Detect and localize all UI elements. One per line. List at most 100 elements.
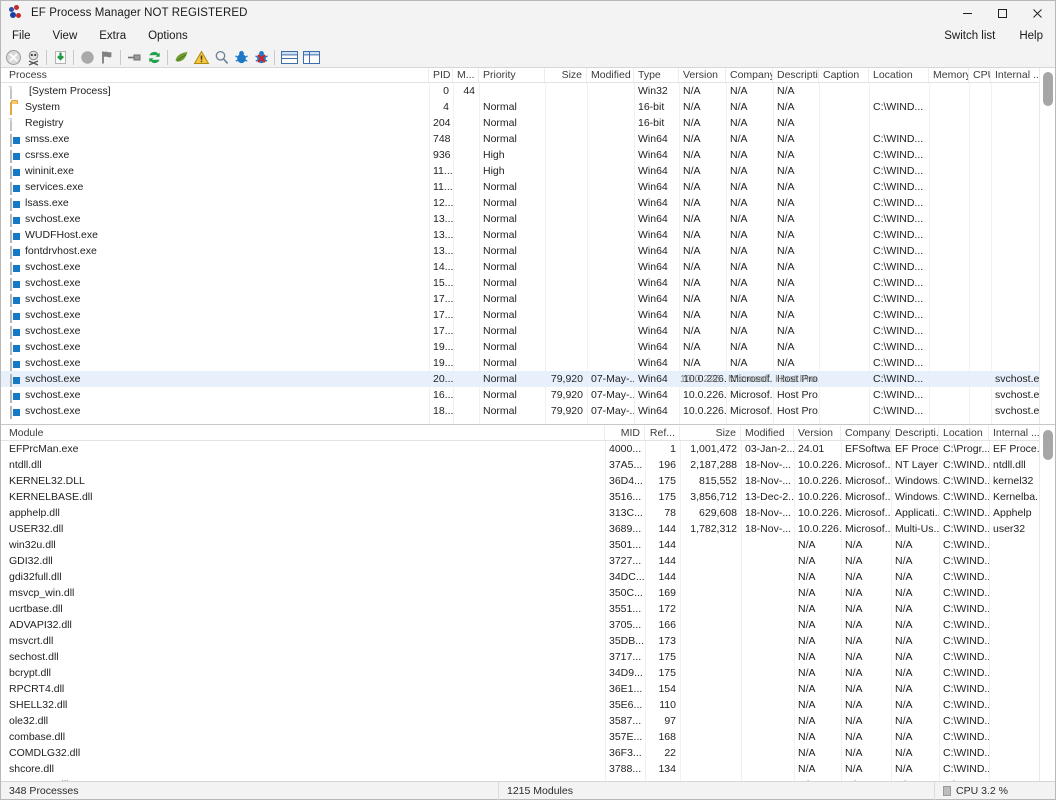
table-row[interactable]: msvcrt.dll 35DB... 173 N/A N/A N/A C:\WIND... [1, 633, 1055, 649]
bug-red-icon[interactable] [251, 48, 271, 67]
table-row[interactable]: smss.exe 748 Normal Win64 N/A N/A N/A C:\WIND..… [1, 131, 1055, 147]
table-row[interactable]: apphelp.dll 313C... 78 629,608 18-Nov-... 10.… [1, 505, 1055, 521]
table-row[interactable]: svchost.exe 16... Normal 79,920 07-May-... Wi… [1, 387, 1055, 403]
column-header-process[interactable]: Process [5, 68, 429, 82]
table-row[interactable]: WUDFHost.exe 13... Normal Win64 N/A N/A N/A C:\… [1, 227, 1055, 243]
table-row[interactable]: shcore.dll 3788... 134 N/A N/A N/A C:\WIND... [1, 761, 1055, 777]
table-row[interactable]: bcrypt.dll 34D9... 175 N/A N/A N/A C:\WIND... [1, 665, 1055, 681]
column-header-module[interactable]: Module [5, 426, 605, 440]
pin-icon[interactable] [124, 48, 144, 67]
column-header-priority[interactable]: Priority [479, 68, 545, 82]
table-row[interactable]: GDI32.dll 3727... 144 N/A N/A N/A C:\WIND... [1, 553, 1055, 569]
leaf-icon[interactable] [171, 48, 191, 67]
table-row[interactable]: fontdrvhost.exe 13... Normal Win64 N/A N/A N/A… [1, 243, 1055, 259]
table-row[interactable]: gdi32full.dll 34DC... 144 N/A N/A N/A C:\WIND.… [1, 569, 1055, 585]
table-row[interactable]: SHELL32.dll 35E6... 110 N/A N/A N/A C:\WIND... [1, 697, 1055, 713]
column-header-size[interactable]: Size [680, 426, 741, 440]
table-row[interactable]: EFPrcMan.exe 4000... 1 1,001,472 03-Jan-2...… [1, 441, 1055, 457]
flag-icon[interactable] [97, 48, 117, 67]
column-header-descr[interactable]: Descripti... [891, 426, 939, 440]
layout-horizontal-icon[interactable] [278, 48, 300, 67]
column-header-cpu[interactable]: CPU [969, 68, 991, 82]
table-row[interactable]: svchost.exe 18... Normal 79,920 07-May-... Wi… [1, 403, 1055, 419]
table-row[interactable]: [System Process] 0 44 Win32 N/A N/A N/A [1, 83, 1055, 99]
table-row[interactable]: sechost.dll 3717... 175 N/A N/A N/A C:\WIND... [1, 649, 1055, 665]
maximize-button[interactable] [985, 1, 1020, 25]
column-header-internal[interactable]: Internal ... [991, 68, 1041, 82]
table-row[interactable]: System 4 Normal 16-bit N/A N/A N/A C:\WIND... [1, 99, 1055, 115]
cell-module: KERNEL32.DLL [9, 475, 85, 487]
column-header-modified[interactable]: Modified [587, 68, 634, 82]
module-list-header[interactable]: Module MID Ref... Size Modified Version Compan… [1, 426, 1055, 441]
column-header-refs[interactable]: Ref... [645, 426, 680, 440]
table-row[interactable]: ole32.dll 3587... 97 N/A N/A N/A C:\WIND... [1, 713, 1055, 729]
menu-extra[interactable]: Extra [88, 25, 137, 47]
column-header-mid[interactable]: MID [605, 426, 645, 440]
terminate-process-icon[interactable] [3, 48, 23, 67]
table-row[interactable]: lsass.exe 12... Normal Win64 N/A N/A N/A C:\WIN… [1, 195, 1055, 211]
table-row[interactable]: svchost.exe 13... Normal Win64 N/A N/A N/A C:\W… [1, 211, 1055, 227]
column-header-internal[interactable]: Internal ... [989, 426, 1041, 440]
table-row[interactable]: ucrtbase.dll 3551... 172 N/A N/A N/A C:\WIND..… [1, 601, 1055, 617]
table-row[interactable]: combase.dll 357E... 168 N/A N/A N/A C:\WIND... [1, 729, 1055, 745]
minimize-button[interactable] [950, 1, 985, 25]
column-header-modules[interactable]: M... [453, 68, 479, 82]
column-header-type[interactable]: Type [634, 68, 679, 82]
column-header-caption[interactable]: Caption [819, 68, 869, 82]
table-row[interactable]: Registry 204 Normal 16-bit N/A N/A N/A [1, 115, 1055, 131]
table-row[interactable]: svchost.exe 14... Normal Win64 N/A N/A N/A C:\W… [1, 259, 1055, 275]
column-header-company[interactable]: Company [841, 426, 891, 440]
module-list-body[interactable]: EFPrcMan.exe 4000... 1 1,001,472 03-Jan-2...… [1, 441, 1055, 781]
process-list-vertical-scrollbar[interactable] [1039, 68, 1055, 424]
menu-view[interactable]: View [42, 25, 89, 47]
table-row[interactable]: svchost.exe 19... Normal Win64 N/A N/A N/A C:\W… [1, 355, 1055, 371]
search-icon[interactable] [211, 48, 231, 67]
kill-process-icon[interactable] [23, 48, 43, 67]
table-row[interactable]: KERNELBASE.dll 3516... 175 3,856,712 13-Dec-… [1, 489, 1055, 505]
column-header-size[interactable]: Size [545, 68, 587, 82]
table-row[interactable]: svchost.exe 15... Normal Win64 N/A N/A N/A C:\W… [1, 275, 1055, 291]
cell-location: C:\WIND... [943, 555, 989, 567]
column-header-memory[interactable]: Memory [929, 68, 969, 82]
switch-list-button[interactable]: Switch list [932, 25, 1007, 47]
warning-icon[interactable] [191, 48, 211, 67]
column-header-company[interactable]: Company [726, 68, 773, 82]
layout-vertical-icon[interactable] [300, 48, 322, 67]
application-icon [10, 341, 22, 355]
bug-blue-icon[interactable] [231, 48, 251, 67]
table-row[interactable]: ADVAPI32.dll 3705... 166 N/A N/A N/A C:\WIND..… [1, 617, 1055, 633]
table-row[interactable]: svchost.exe 19... Normal Win64 N/A N/A N/A C:\W… [1, 339, 1055, 355]
menu-options[interactable]: Options [137, 25, 199, 47]
table-row[interactable]: COMDLG32.dll 36F3... 22 N/A N/A N/A C:\WIND... [1, 745, 1055, 761]
table-row[interactable]: csrss.exe 936 High Win64 N/A N/A N/A C:\WIND... [1, 147, 1055, 163]
table-row[interactable]: wininit.exe 11... High Win64 N/A N/A N/A C:\WIN… [1, 163, 1055, 179]
refresh-icon[interactable] [144, 48, 164, 67]
column-header-descr[interactable]: Descripti... [773, 68, 819, 82]
column-header-version[interactable]: Version [679, 68, 726, 82]
column-header-pid[interactable]: PID [429, 68, 453, 82]
save-icon[interactable] [50, 48, 70, 67]
table-row[interactable]: USER32.dll 3689... 144 1,782,312 18-Nov-... 1… [1, 521, 1055, 537]
process-list-header[interactable]: Process PID M... Priority Size Modified Type Ve… [1, 68, 1055, 83]
suspend-icon[interactable] [77, 48, 97, 67]
table-row[interactable]: svchost.exe 17... Normal Win64 N/A N/A N/A C:\W… [1, 323, 1055, 339]
table-row[interactable]: ntdll.dll 37A5... 196 2,187,288 18-Nov-... 10… [1, 457, 1055, 473]
cell-modified: 18-Nov-... [745, 459, 792, 471]
table-row[interactable]: svchost.exe 17... Normal Win64 N/A N/A N/A C:\W… [1, 307, 1055, 323]
module-list-vertical-scrollbar[interactable] [1039, 426, 1055, 781]
process-list-body[interactable]: [System Process] 0 44 Win32 N/A N/A N/A System 4… [1, 83, 1055, 424]
table-row[interactable]: RPCRT4.dll 36E1... 154 N/A N/A N/A C:\WIND... [1, 681, 1055, 697]
table-row[interactable]: KERNEL32.DLL 36D4... 175 815,552 18-Nov-... 1… [1, 473, 1055, 489]
column-header-modified[interactable]: Modified [741, 426, 794, 440]
close-button[interactable] [1020, 1, 1055, 25]
help-button[interactable]: Help [1007, 25, 1055, 47]
table-row[interactable]: svchost.exe 17... Normal Win64 N/A N/A N/A C:\W… [1, 291, 1055, 307]
table-row[interactable]: msvcp_win.dll 350C... 169 N/A N/A N/A C:\WIND.… [1, 585, 1055, 601]
column-header-location[interactable]: Location [939, 426, 989, 440]
menu-file[interactable]: File [1, 25, 42, 47]
table-row[interactable]: svchost.exe 20... Normal 79,920 07-May-... Wi… [1, 371, 1055, 387]
table-row[interactable]: win32u.dll 3501... 144 N/A N/A N/A C:\WIND... [1, 537, 1055, 553]
table-row[interactable]: services.exe 11... Normal Win64 N/A N/A N/A C:\… [1, 179, 1055, 195]
column-header-version[interactable]: Version [794, 426, 841, 440]
column-header-location[interactable]: Location [869, 68, 929, 82]
